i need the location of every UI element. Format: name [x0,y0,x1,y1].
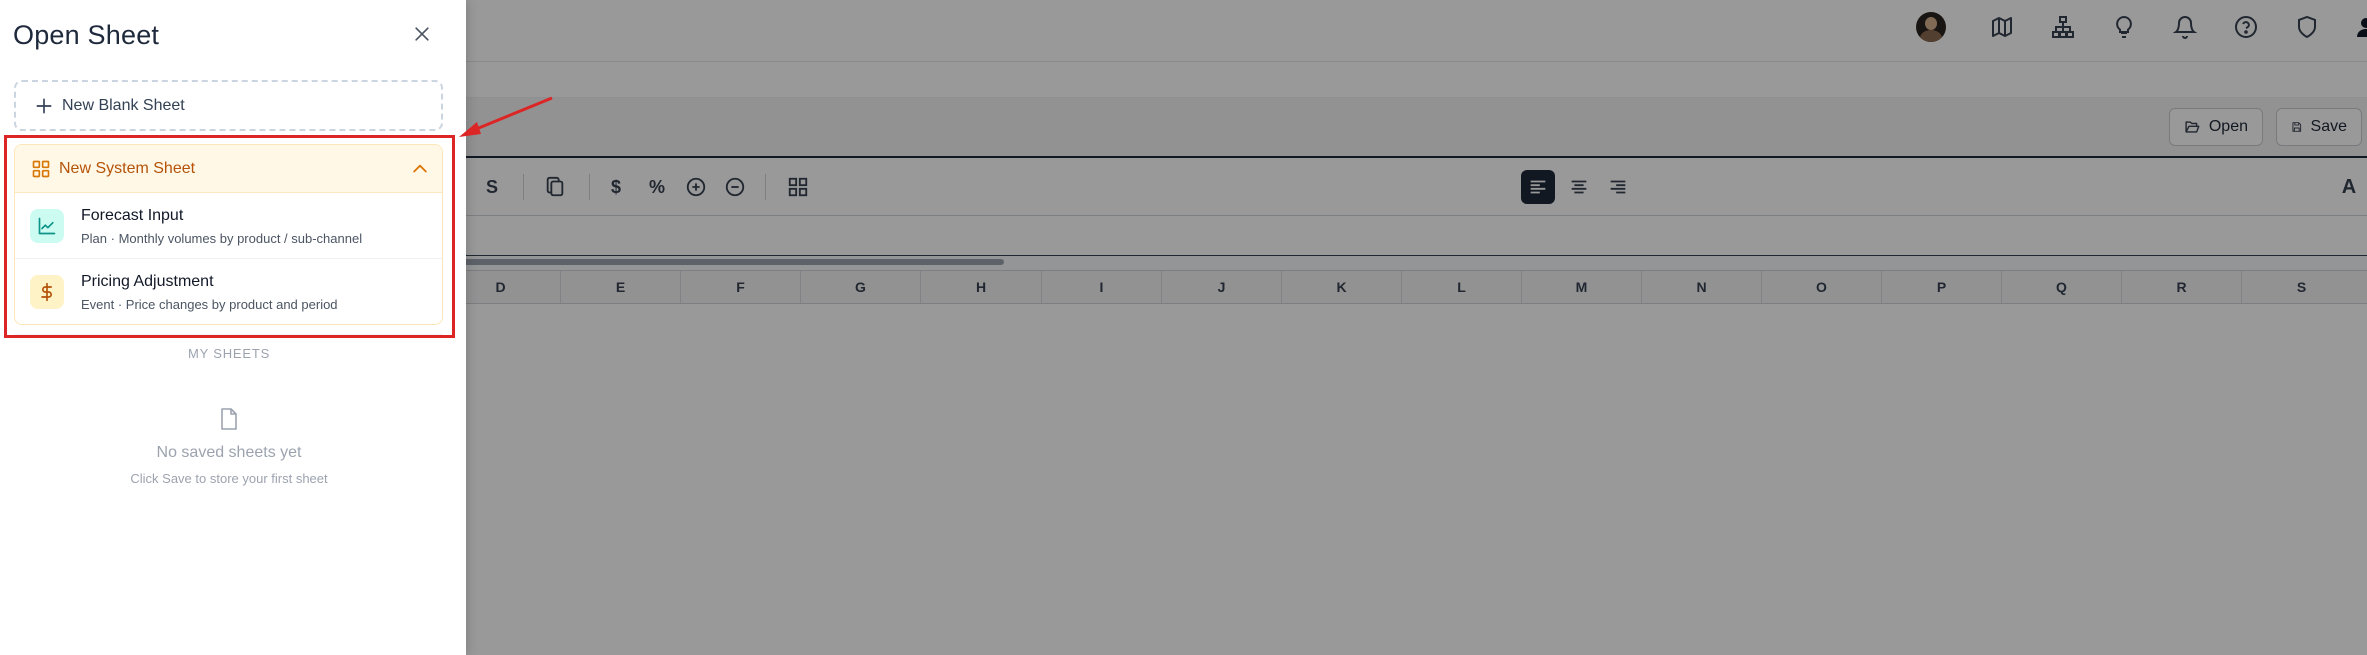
my-sheets-heading: MY SHEETS [187,346,271,361]
file-icon [221,408,237,430]
annotation-arrow [459,96,553,137]
plus-icon [36,98,52,113]
empty-state-title: No saved sheets yet [156,444,302,461]
empty-state-subtitle: Click Save to store your first sheet [130,471,328,486]
new-blank-sheet-button[interactable]: New Blank Sheet [14,80,443,131]
drawer-title: Open Sheet [13,20,160,50]
highlight-box [4,135,455,338]
close-icon[interactable] [408,20,436,48]
new-blank-sheet-label: New Blank Sheet [62,96,185,114]
